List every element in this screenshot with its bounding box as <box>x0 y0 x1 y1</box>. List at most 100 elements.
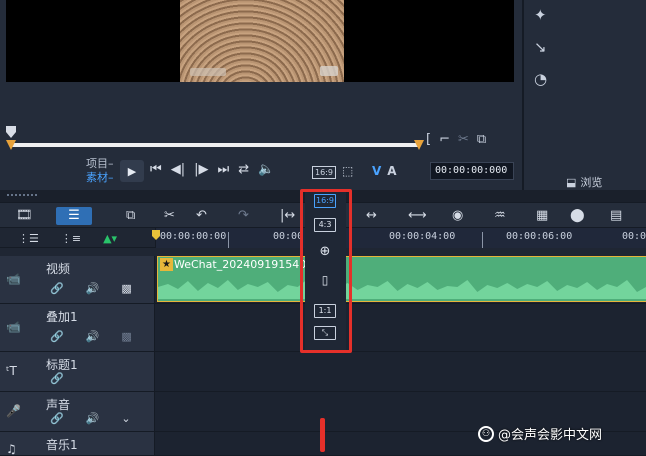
track-header-music[interactable]: ♫ 音乐1 <box>0 432 155 456</box>
split-icon[interactable]: ✂ <box>458 132 469 147</box>
mark-tools: [ ⌐ ✂ ⧉ <box>426 132 486 147</box>
show-all-tracks-icon[interactable]: ⋮☰ <box>18 232 39 245</box>
record-capture-icon[interactable]: ◉ <box>452 207 463 225</box>
mode-labels: 项目– 素材– <box>86 157 114 185</box>
collapse-icon[interactable]: ⌄ <box>121 412 130 425</box>
aspect-ratio-button[interactable]: 16:9 <box>312 166 336 179</box>
scrub-handle-icon[interactable] <box>5 126 17 138</box>
track-name: 音乐1 <box>46 438 78 452</box>
star-icon: ★ <box>160 258 173 271</box>
play-icon: ▶ <box>127 164 137 178</box>
audio-toggle-label[interactable]: A <box>387 164 396 178</box>
track-volume-icon[interactable]: 🔊 <box>86 282 100 295</box>
trim-icon[interactable]: |↔ <box>280 207 295 225</box>
mark-in-icon[interactable]: [ <box>426 132 431 147</box>
track-name: 叠加1 <box>46 310 78 324</box>
blurred-caption <box>190 68 226 76</box>
repeat-icon[interactable]: ⇄ <box>238 162 249 177</box>
highlight-box <box>300 189 352 353</box>
speed-gauge-icon[interactable]: ◔ <box>534 70 547 88</box>
watermark-logo-icon: ⚇ <box>478 425 494 442</box>
redo-icon[interactable]: ↷ <box>238 207 249 225</box>
mark-out-icon[interactable]: ⌐ <box>439 132 450 147</box>
go-start-icon[interactable]: ⏮ <box>150 162 162 177</box>
blurred-logo <box>320 66 338 76</box>
crop-icon[interactable]: ⬚ <box>342 164 353 178</box>
track-options: 🔗 <box>50 372 64 385</box>
track-name: 声音 <box>46 398 71 412</box>
track-header-overlay[interactable]: 📹 叠加1 🔗 🔊 ▩ <box>0 304 155 352</box>
motion-path-icon[interactable]: ↘ <box>534 38 547 56</box>
track-header-video[interactable]: 📹 视频 🔗 🔊 ▩ <box>0 256 155 304</box>
enlarge-icon[interactable]: ⧉ <box>477 132 486 147</box>
add-track-icon[interactable]: ▲▾ <box>103 232 117 245</box>
fit-width-icon[interactable]: ↔ <box>366 207 377 225</box>
go-end-icon[interactable]: ⏭ <box>217 162 229 177</box>
voice-track-icon: 🎤 <box>6 404 21 418</box>
link-icon[interactable]: 🔗 <box>50 330 64 343</box>
browse-button[interactable]: ⬓ 浏览 <box>566 174 602 190</box>
timecode-field[interactable]: 00:00:00:000 <box>430 162 514 180</box>
music-track-icon: ♫ <box>6 442 17 456</box>
video-toggle-label[interactable]: V <box>372 164 381 178</box>
link-icon[interactable]: 🔗 <box>50 282 64 295</box>
mute-pattern-icon[interactable]: ▩ <box>121 330 131 343</box>
ruler-label: 00:00:04:00 <box>389 231 456 242</box>
fit-clip-icon[interactable]: ⟷ <box>408 207 427 225</box>
ruler-label: 00:00:06:00 <box>506 231 573 242</box>
tools-icon[interactable]: ✂ <box>164 207 175 225</box>
watermark: ⚇ @会声会影中文网 <box>478 424 602 443</box>
track-name: 标题1 <box>46 358 78 372</box>
track-options: 🔗 🔊 ▩ <box>50 282 132 295</box>
magic-wand-icon[interactable]: ✦ <box>534 6 547 24</box>
link-icon[interactable]: 🔗 <box>50 412 64 425</box>
storyboard-view-icon[interactable]: 🎞 <box>16 207 33 225</box>
ruler-label: 00:00:00:00 <box>160 231 227 242</box>
video-clip[interactable]: ★ WeChat_20240919154059.mp <box>157 256 646 302</box>
track-manager-icon[interactable]: ⧉ <box>126 207 135 225</box>
track-lane-title[interactable] <box>155 352 646 392</box>
right-panel: ✦ ↘ ◔ ⬓ 浏览 <box>522 0 646 190</box>
mode-project-label[interactable]: 项目– <box>86 157 114 171</box>
track-list-icon[interactable]: ⋮≡ <box>61 232 81 245</box>
watermark-text: @会声会影中文网 <box>498 428 603 443</box>
highlight-marker <box>320 418 325 452</box>
color-grading-icon[interactable]: ⬤ <box>570 207 585 225</box>
track-controls: ⋮☰ ⋮≡ ▲▾ <box>0 228 155 248</box>
track-volume-icon[interactable]: 🔊 <box>86 330 100 343</box>
ruler-tick <box>482 232 483 248</box>
track-name: 视频 <box>46 262 71 276</box>
audio-waveform <box>158 279 646 299</box>
volume-icon[interactable]: 🔈 <box>258 162 274 177</box>
track-header-voice[interactable]: 🎤 声音 🔗 🔊 ⌄ <box>0 392 155 432</box>
browse-icon: ⬓ <box>566 176 577 189</box>
undo-icon[interactable]: ↶ <box>196 207 207 225</box>
mode-clip-label[interactable]: 素材– <box>86 171 114 185</box>
timeline-view-icon[interactable]: ☰ <box>56 207 92 225</box>
timeline-ruler[interactable]: 00:00:00:00 00:00:0 00:00:04:00 00:00:06… <box>155 228 646 248</box>
next-frame-icon[interactable]: |▶ <box>194 162 208 177</box>
track-options: 🔗 🔊 ⌄ <box>50 412 131 425</box>
browse-label: 浏览 <box>580 176 603 189</box>
title-track-icon: ᵗT <box>6 364 17 378</box>
ruler-tick <box>228 232 229 248</box>
preview-screen[interactable] <box>6 0 514 82</box>
mute-pattern-icon[interactable]: ▩ <box>121 282 131 295</box>
play-button[interactable]: ▶ <box>120 160 144 182</box>
audio-mixer-icon[interactable]: ♒ <box>494 207 506 225</box>
track-lane-overlay[interactable] <box>155 304 646 352</box>
track-options: 🔗 🔊 ▩ <box>50 330 132 343</box>
scrub-bar[interactable] <box>10 143 420 147</box>
track-header-title[interactable]: ᵗT 标题1 🔗 <box>0 352 155 392</box>
prev-frame-icon[interactable]: ◀| <box>171 162 185 177</box>
right-tool-icons: ✦ ↘ ◔ <box>534 6 547 88</box>
va-toggle[interactable]: VA <box>372 164 397 178</box>
video-frame <box>180 0 344 82</box>
transport-controls: ⏮ ◀| |▶ ⏭ ⇄ 🔈 <box>150 162 274 177</box>
multi-camera-icon[interactable]: ▦ <box>536 207 548 225</box>
subtitle-editor-icon[interactable]: ▤ <box>610 207 622 225</box>
track-volume-icon[interactable]: 🔊 <box>86 412 100 425</box>
preview-panel: [ ⌐ ✂ ⧉ 项目– 素材– ▶ ⏮ ◀| |▶ ⏭ ⇄ 🔈 16:9 ⬚ V… <box>0 0 522 190</box>
video-track-icon: 📹 <box>6 272 21 286</box>
link-icon[interactable]: 🔗 <box>50 372 64 385</box>
